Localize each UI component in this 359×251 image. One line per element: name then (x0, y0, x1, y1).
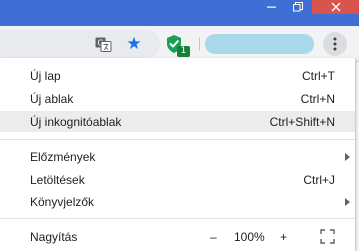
zoom-out-button[interactable]: – (210, 230, 217, 244)
restore-button[interactable] (284, 0, 312, 14)
menu-item-label: Letöltések (30, 173, 85, 187)
submenu-arrow-icon (345, 153, 350, 161)
menu-item-label: Könyvjelzők (30, 195, 95, 209)
menu-item-zoom: Nagyítás – 100% + (0, 226, 355, 247)
chrome-menu-button[interactable] (323, 32, 347, 56)
extension-badge: 1 (177, 46, 190, 57)
chrome-main-menu: Új lap Ctrl+T Új ablak Ctrl+N Új inkogni… (0, 58, 356, 251)
browser-toolbar: G ★ 1 (0, 26, 359, 62)
menu-item-label: Új inkognitóablak (30, 115, 122, 129)
translate-icon[interactable]: G (94, 35, 112, 53)
close-button[interactable] (312, 0, 359, 14)
menu-separator (0, 218, 355, 219)
menu-item-history[interactable]: Előzmények (0, 146, 355, 167)
menu-item-new-window[interactable]: Új ablak Ctrl+N (0, 88, 355, 109)
menu-item-label: Előzmények (30, 150, 96, 164)
restore-icon (293, 2, 303, 12)
menu-item-shortcut: Ctrl+T (302, 69, 335, 83)
menu-item-downloads[interactable]: Letöltések Ctrl+J (0, 169, 355, 190)
minimize-button[interactable] (258, 0, 286, 14)
menu-item-label: Új lap (30, 69, 61, 83)
zoom-label: Nagyítás (30, 230, 78, 244)
toolbar-divider (199, 37, 200, 51)
minimize-icon (267, 6, 276, 8)
submenu-arrow-icon (345, 198, 350, 206)
menu-item-shortcut: Ctrl+Shift+N (269, 115, 335, 129)
menu-item-shortcut: Ctrl+N (300, 92, 335, 106)
zoom-in-button[interactable]: + (280, 230, 287, 244)
menu-separator (0, 139, 355, 140)
profile-chip[interactable] (205, 34, 314, 54)
menu-item-label: Új ablak (30, 92, 74, 106)
three-dots-vertical-icon (333, 37, 337, 51)
menu-item-new-incognito-window[interactable]: Új inkognitóablak Ctrl+Shift+N (0, 111, 355, 132)
zoom-level: 100% (234, 230, 265, 244)
menu-item-bookmarks[interactable]: Könyvjelzők (0, 191, 355, 212)
menu-item-shortcut: Ctrl+J (303, 173, 335, 187)
close-icon (331, 2, 340, 12)
bookmark-star-icon[interactable]: ★ (125, 35, 143, 53)
title-bar (0, 0, 359, 26)
menu-item-new-tab[interactable]: Új lap Ctrl+T (0, 65, 355, 86)
fullscreen-icon[interactable] (320, 229, 335, 244)
